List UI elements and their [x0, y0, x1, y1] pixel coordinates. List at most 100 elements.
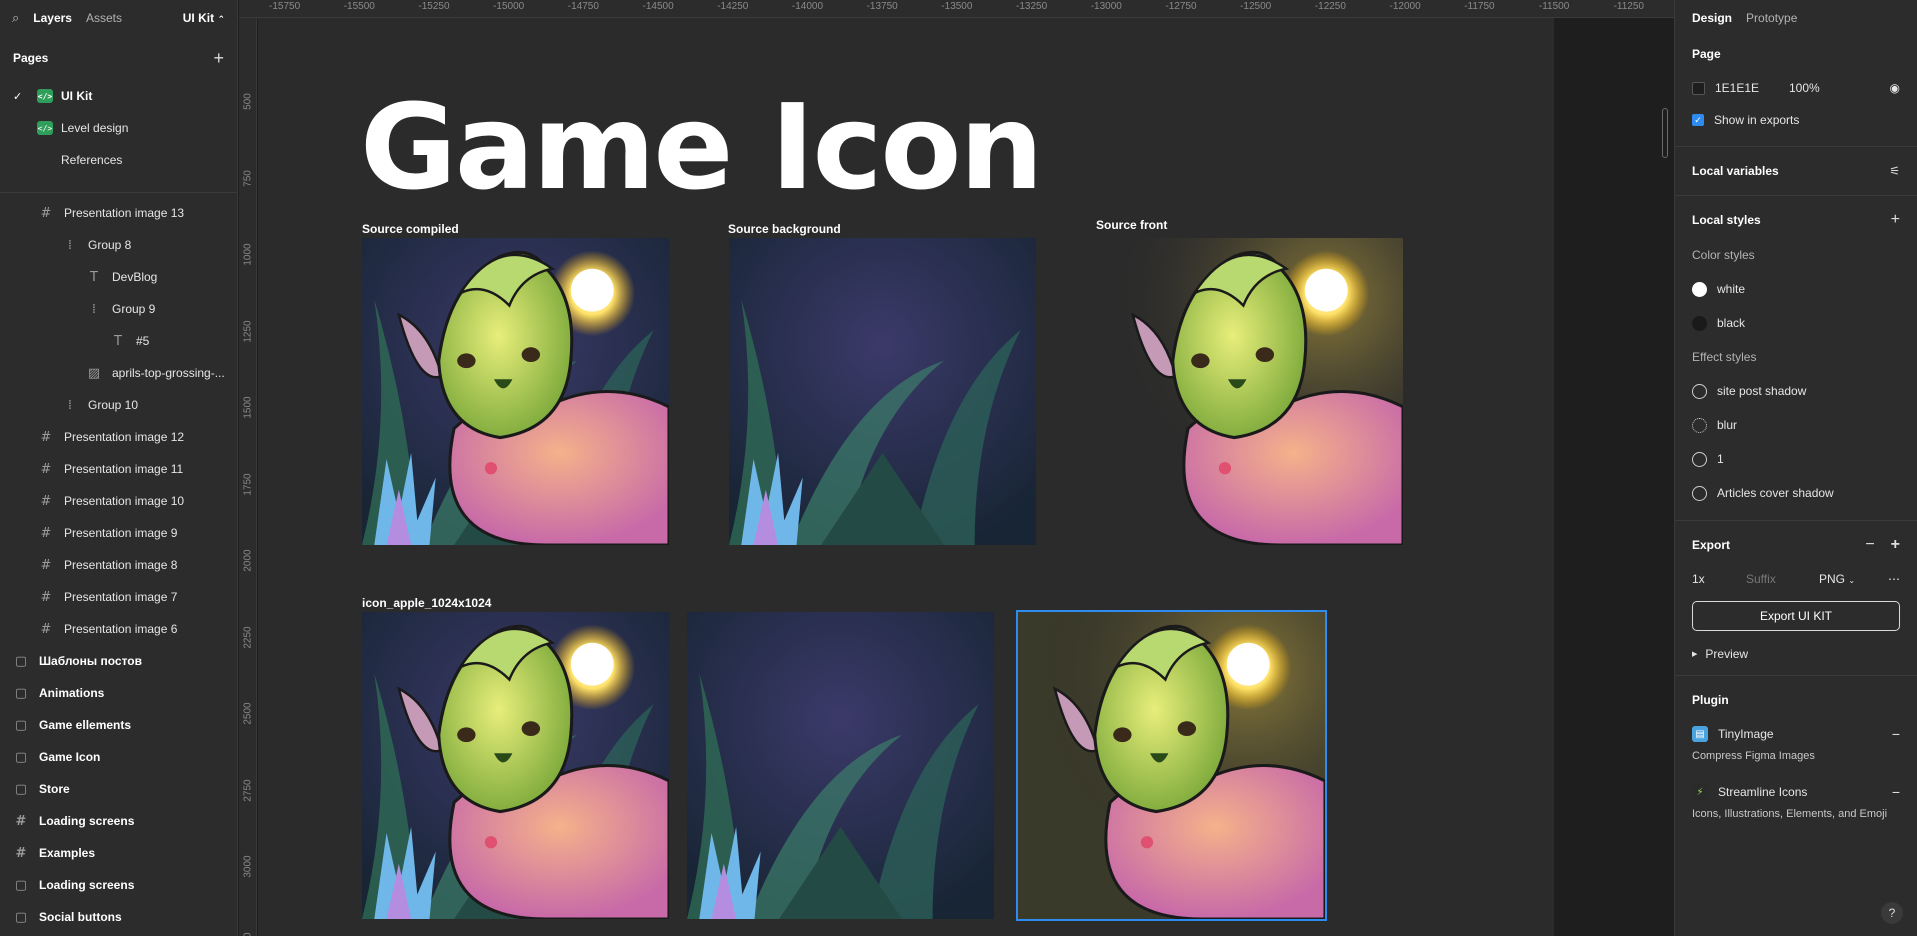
export-button[interactable]: Export UI KIT — [1692, 601, 1900, 631]
canvas-title: Game Icon — [360, 78, 1043, 216]
left-panel-header: ⌕ Layers Assets UI Kit ⌃ — [0, 0, 237, 36]
remove-plugin-icon[interactable]: − — [1892, 726, 1900, 742]
frame-icon: # — [40, 205, 52, 221]
remove-export-icon[interactable]: − — [1865, 536, 1874, 554]
preview-row[interactable]: ▶ Preview — [1692, 641, 1900, 667]
horizontal-ruler: -15750 -15500 -15250 -15000 -14750 -14500 -142… — [239, 0, 1674, 18]
layer-item[interactable]: ▢ Шаблоны постов — [0, 645, 237, 677]
image-icon-front-selected[interactable] — [1016, 610, 1327, 921]
effect-style-item[interactable]: blur — [1692, 408, 1900, 442]
layer-item[interactable]: # Examples — [0, 837, 237, 869]
export-scale[interactable]: 1x — [1692, 572, 1746, 586]
page-color-row: 1E1E1E 100% ◉ — [1692, 72, 1900, 104]
tab-assets[interactable]: Assets — [86, 11, 122, 25]
add-export-icon[interactable]: + — [1891, 536, 1900, 554]
image-source-background[interactable] — [729, 238, 1036, 545]
image-icon-background[interactable] — [687, 612, 994, 919]
layer-label: Loading screens — [39, 814, 135, 828]
search-icon[interactable]: ⌕ — [12, 10, 19, 26]
page-item[interactable]: References — [0, 144, 237, 176]
layer-item[interactable]: ⁞ Group 9 — [0, 293, 237, 325]
help-button[interactable]: ? — [1881, 902, 1903, 924]
image-icon-compiled[interactable] — [362, 612, 669, 919]
more-options-icon[interactable]: ⋯ — [1888, 572, 1900, 586]
shadow-effect-icon — [1692, 485, 1707, 501]
layer-item[interactable]: ▢ Game ellements — [0, 709, 237, 741]
layer-item[interactable]: ▢ Loading screens — [0, 869, 237, 901]
image-source-front[interactable] — [1096, 238, 1403, 545]
color-style-item[interactable]: black — [1692, 306, 1900, 340]
effect-style-item[interactable]: 1 — [1692, 442, 1900, 476]
ruler-tick-label: 2250 — [242, 625, 254, 649]
effect-style-item[interactable]: site post shadow — [1692, 374, 1900, 408]
section-icon: ▢ — [14, 877, 28, 893]
layer-item[interactable]: ⁞ Group 8 — [0, 229, 237, 261]
page-color-value[interactable]: 1E1E1E — [1715, 81, 1789, 95]
layer-item[interactable]: # Presentation image 13 — [0, 197, 237, 229]
layer-item[interactable]: # Presentation image 9 — [0, 517, 237, 549]
page-opacity-value[interactable]: 100% — [1789, 81, 1820, 95]
layer-item[interactable]: ▨ aprils-top-grossing-... — [0, 357, 237, 389]
game-icon-frame[interactable]: Game Icon Source compiled Source backgro… — [258, 18, 1554, 936]
tab-layers[interactable]: Layers — [33, 11, 72, 25]
file-name: UI Kit — [182, 11, 215, 25]
layers-panel: ⌕ Layers Assets UI Kit ⌃ Pages + ✓ </> UI … — [0, 0, 238, 936]
frame-icon: # — [40, 525, 52, 541]
add-style-icon[interactable]: + — [1891, 211, 1900, 229]
local-styles-header: Local styles + — [1692, 202, 1900, 238]
add-page-icon[interactable]: + — [213, 48, 224, 69]
layer-label: Presentation image 6 — [64, 622, 178, 636]
layer-item[interactable]: ▢ Social buttons — [0, 901, 237, 933]
export-format-select[interactable]: PNG ⌄ — [1819, 572, 1855, 586]
caption-icon-apple: icon_apple_1024x1024 — [362, 596, 492, 610]
show-in-exports-checkbox[interactable]: ✓ — [1692, 114, 1704, 126]
canvas-scrollbar[interactable] — [1662, 108, 1668, 158]
layer-label: Game ellements — [39, 718, 132, 732]
ruler-tick-label: 3250 — [243, 926, 254, 936]
layer-item[interactable]: # Presentation image 6 — [0, 613, 237, 645]
layer-item[interactable]: # Presentation image 11 — [0, 453, 237, 485]
frame-icon: # — [40, 493, 52, 509]
layer-item[interactable]: T #5 — [0, 325, 237, 357]
tab-prototype[interactable]: Prototype — [1746, 11, 1797, 25]
color-swatch[interactable] — [1692, 81, 1705, 95]
layer-item[interactable]: # Loading screens — [0, 805, 237, 837]
sliders-icon[interactable]: ⚟ — [1889, 164, 1900, 178]
layer-item[interactable]: ⁞ Group 10 — [0, 389, 237, 421]
layer-item[interactable]: # Presentation image 8 — [0, 549, 237, 581]
layer-label: DevBlog — [112, 270, 158, 284]
group-icon: ⁞ — [91, 301, 97, 317]
local-variables-row[interactable]: Local variables ⚟ — [1692, 153, 1900, 189]
canvas[interactable]: Game Icon Source compiled Source backgro… — [258, 18, 1674, 936]
eye-icon[interactable]: ◉ — [1890, 81, 1900, 95]
page-item[interactable]: ✓ </> UI Kit — [0, 80, 237, 112]
ruler-tick-label: -13000 — [1090, 1, 1122, 12]
file-name-dropdown[interactable]: UI Kit ⌃ — [183, 11, 225, 25]
streamline-plugin-icon: ⚡ — [1692, 784, 1708, 800]
export-suffix-input[interactable]: Suffix — [1746, 572, 1819, 586]
plugin-item[interactable]: ⚡ Streamline Icons − — [1692, 776, 1900, 808]
layer-item[interactable]: ▢ Game Icon — [0, 741, 237, 773]
tab-design[interactable]: Design — [1692, 11, 1732, 25]
layer-item[interactable]: # Presentation image 7 — [0, 581, 237, 613]
section-icon: ▢ — [14, 909, 28, 925]
chevron-up-icon: ⌃ — [217, 14, 225, 24]
page-item[interactable]: </> Level design — [0, 112, 237, 144]
remove-plugin-icon[interactable]: − — [1892, 784, 1900, 800]
layer-item[interactable]: T DevBlog — [0, 261, 237, 293]
effect-style-item[interactable]: Articles cover shadow — [1692, 476, 1900, 510]
image-source-compiled[interactable] — [362, 238, 669, 545]
effect-styles-list: site post shadow blur 1 Articles cover shad… — [1692, 374, 1900, 510]
layer-label: aprils-top-grossing-... — [112, 366, 225, 380]
ruler-tick-label: -14000 — [791, 1, 824, 12]
layers-list: # Presentation image 13 ⁞ Group 8 T DevBlog ⁞ G… — [0, 193, 237, 933]
color-styles-list: white black — [1692, 272, 1900, 340]
blur-effect-icon — [1692, 417, 1707, 433]
color-style-item[interactable]: white — [1692, 272, 1900, 306]
layer-item[interactable]: ▢ Animations — [0, 677, 237, 709]
plugin-item[interactable]: ▤ TinyImage − — [1692, 718, 1900, 750]
frame-icon: # — [15, 845, 27, 861]
layer-item[interactable]: # Presentation image 12 — [0, 421, 237, 453]
layer-item[interactable]: # Presentation image 10 — [0, 485, 237, 517]
layer-item[interactable]: ▢ Store — [0, 773, 237, 805]
